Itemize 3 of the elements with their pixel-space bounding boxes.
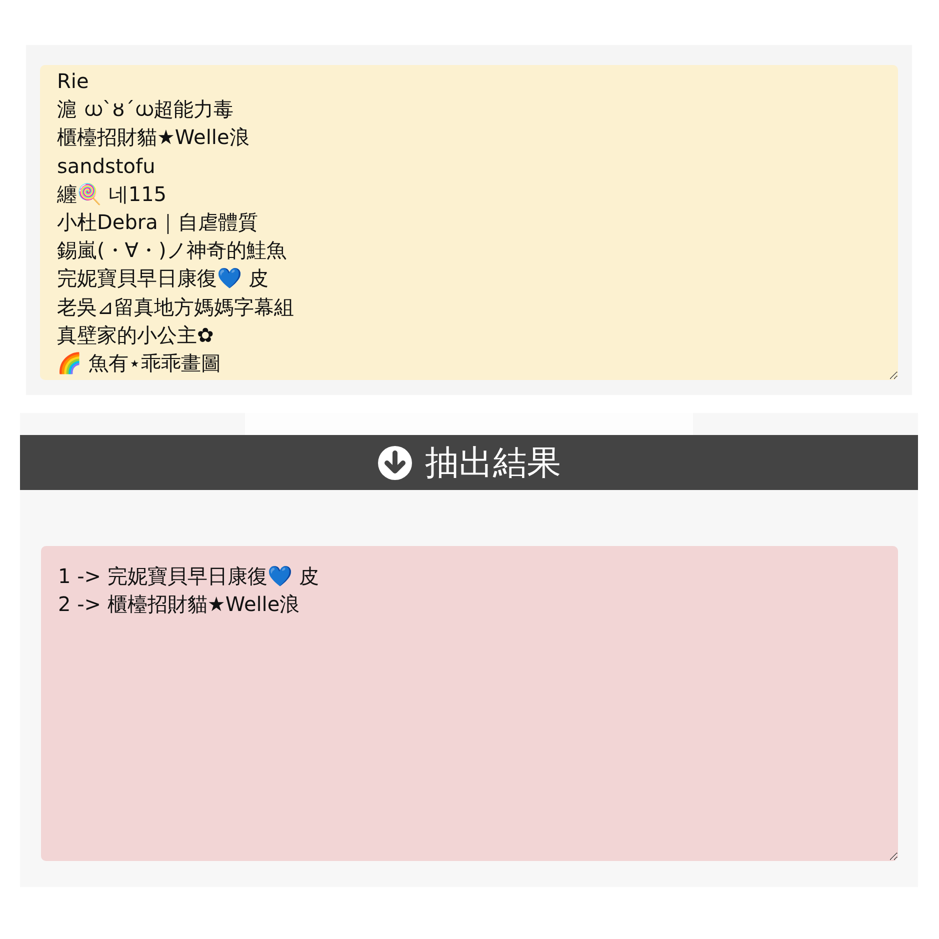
draw-button[interactable]: 抽出結果 [20, 435, 918, 490]
results-field[interactable]: 1 -> 完妮寶貝早日康復💙 皮 2 -> 櫃檯招財貓★Welle浪 [41, 546, 898, 861]
names-field[interactable]: Rie 滬 ധ`ȣ´ധ超能力毒 櫃檯招財貓★Welle浪 sandstofu 纏🍭 네115 小杜Debra｜自虐體質 錫嵐(・∀・)ノ神奇的鮭魚 完妮寶貝早日康復💙 皮 老吳⊿留真地方媽媽字幕組 真壁家的小公主✿ 🌈 魚有⋆乖乖畫圖 [40, 65, 898, 380]
